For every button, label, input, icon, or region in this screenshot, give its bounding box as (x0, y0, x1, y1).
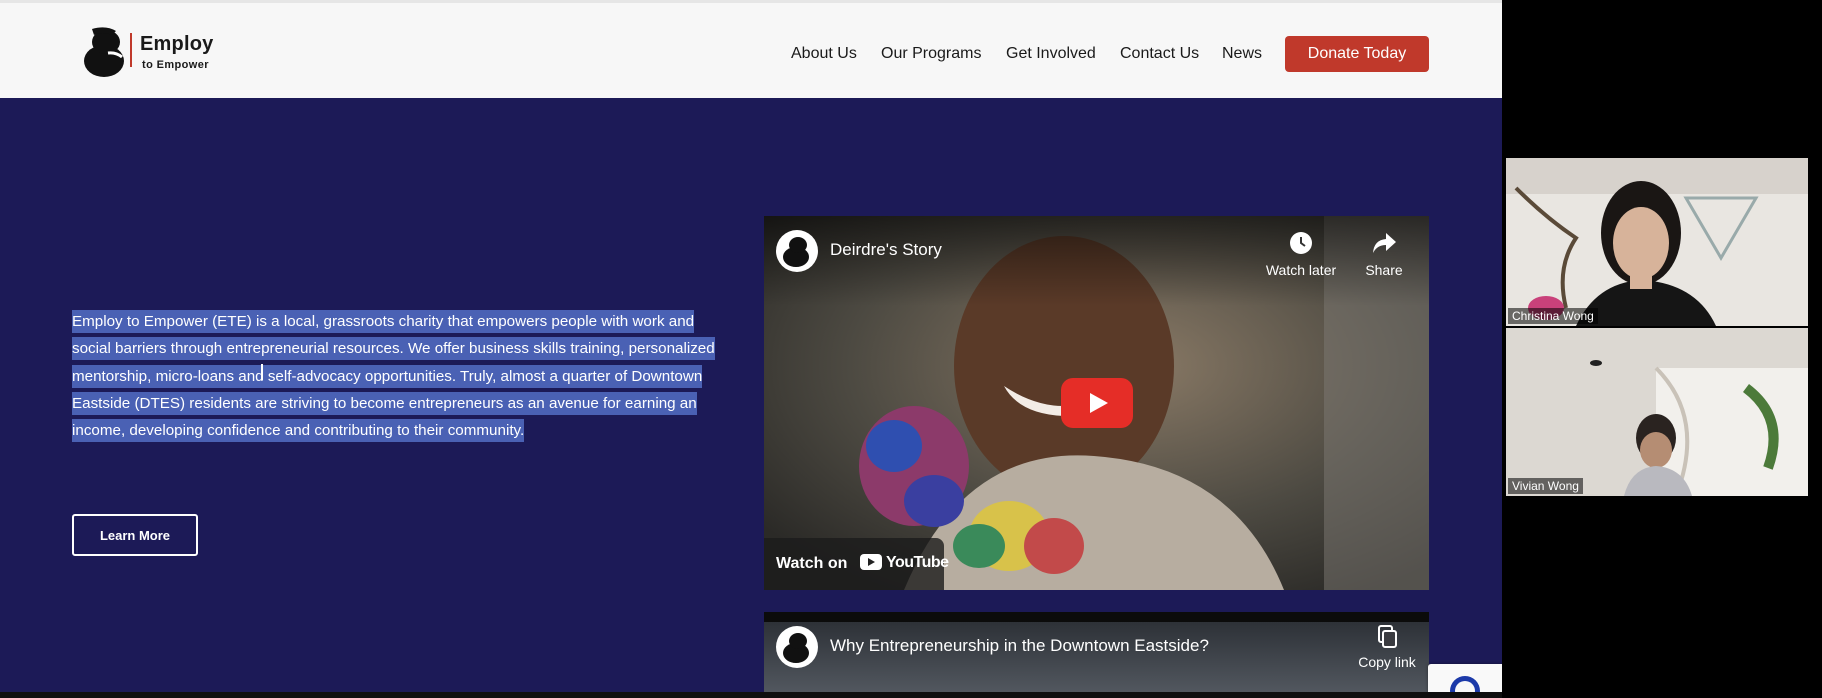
learn-more-button[interactable]: Learn More (72, 514, 198, 556)
video-title[interactable]: Deirdre's Story (830, 240, 942, 260)
nav-get-involved[interactable]: Get Involved (1006, 45, 1096, 63)
nav-contact-us[interactable]: Contact Us (1120, 45, 1199, 63)
watch-on-youtube-button[interactable]: Watch on YouTube (764, 538, 949, 590)
video-player-deirdres-story[interactable]: Deirdre's Story Watch later Share Watch … (764, 216, 1429, 590)
nav-about-us[interactable]: About Us (791, 45, 857, 63)
nav-our-programs[interactable]: Our Programs (881, 45, 981, 63)
site-logo[interactable]: Employ to Empower (80, 25, 230, 81)
site-header: Employ to Empower About Us Our Programs … (0, 0, 1502, 98)
share-icon (1373, 233, 1396, 253)
participant-video (1506, 158, 1808, 326)
participant-name: Christina Wong (1508, 308, 1598, 324)
logo-title: Employ (140, 33, 214, 55)
video-player-why-entrepreneurship[interactable]: Why Entrepreneurship in the Downtown Eas… (764, 612, 1429, 698)
clock-icon (1290, 232, 1312, 254)
share-label: Share (1365, 262, 1403, 278)
youtube-wordmark: YouTube (886, 554, 949, 571)
nav-news[interactable]: News (1222, 45, 1262, 63)
channel-avatar-2[interactable] (776, 626, 818, 668)
selected-text: Employ to Empower (ETE) is a local, gras… (72, 310, 715, 443)
play-button[interactable] (1061, 378, 1133, 428)
watch-later-label: Watch later (1265, 262, 1337, 278)
viewport-bottom-edge (0, 692, 1502, 698)
logo-divider (130, 33, 132, 67)
channel-avatar[interactable] (776, 230, 818, 272)
participant-name: Vivian Wong (1508, 478, 1583, 494)
text-cursor-icon (261, 364, 263, 380)
participant-video (1506, 328, 1808, 496)
channel-logo-icon (783, 237, 809, 267)
video-title-2[interactable]: Why Entrepreneurship in the Downtown Eas… (830, 636, 1209, 656)
watch-on-label: Watch on (776, 555, 848, 572)
watch-later-button[interactable]: Watch later (1258, 230, 1344, 278)
participant-tile-vivian[interactable]: Vivian Wong (1506, 328, 1808, 496)
copy-link-label: Copy link (1358, 654, 1416, 670)
video-thumbnail-2 (764, 622, 1429, 698)
logo-mark-icon (84, 27, 124, 77)
copy-link-button[interactable]: Copy link (1354, 624, 1420, 670)
browser-viewport: Employ to Empower About Us Our Programs … (0, 0, 1502, 698)
channel-logo-icon (783, 633, 809, 663)
copy-icon (1378, 625, 1397, 648)
logo-subtitle: to Empower (142, 59, 209, 71)
donate-button[interactable]: Donate Today (1285, 36, 1429, 72)
participant-tile-christina[interactable]: Christina Wong (1506, 158, 1808, 326)
share-button[interactable]: Share (1356, 230, 1412, 278)
youtube-logo-icon (860, 554, 882, 570)
intro-paragraph: Employ to Empower (ETE) is a local, gras… (72, 308, 722, 444)
